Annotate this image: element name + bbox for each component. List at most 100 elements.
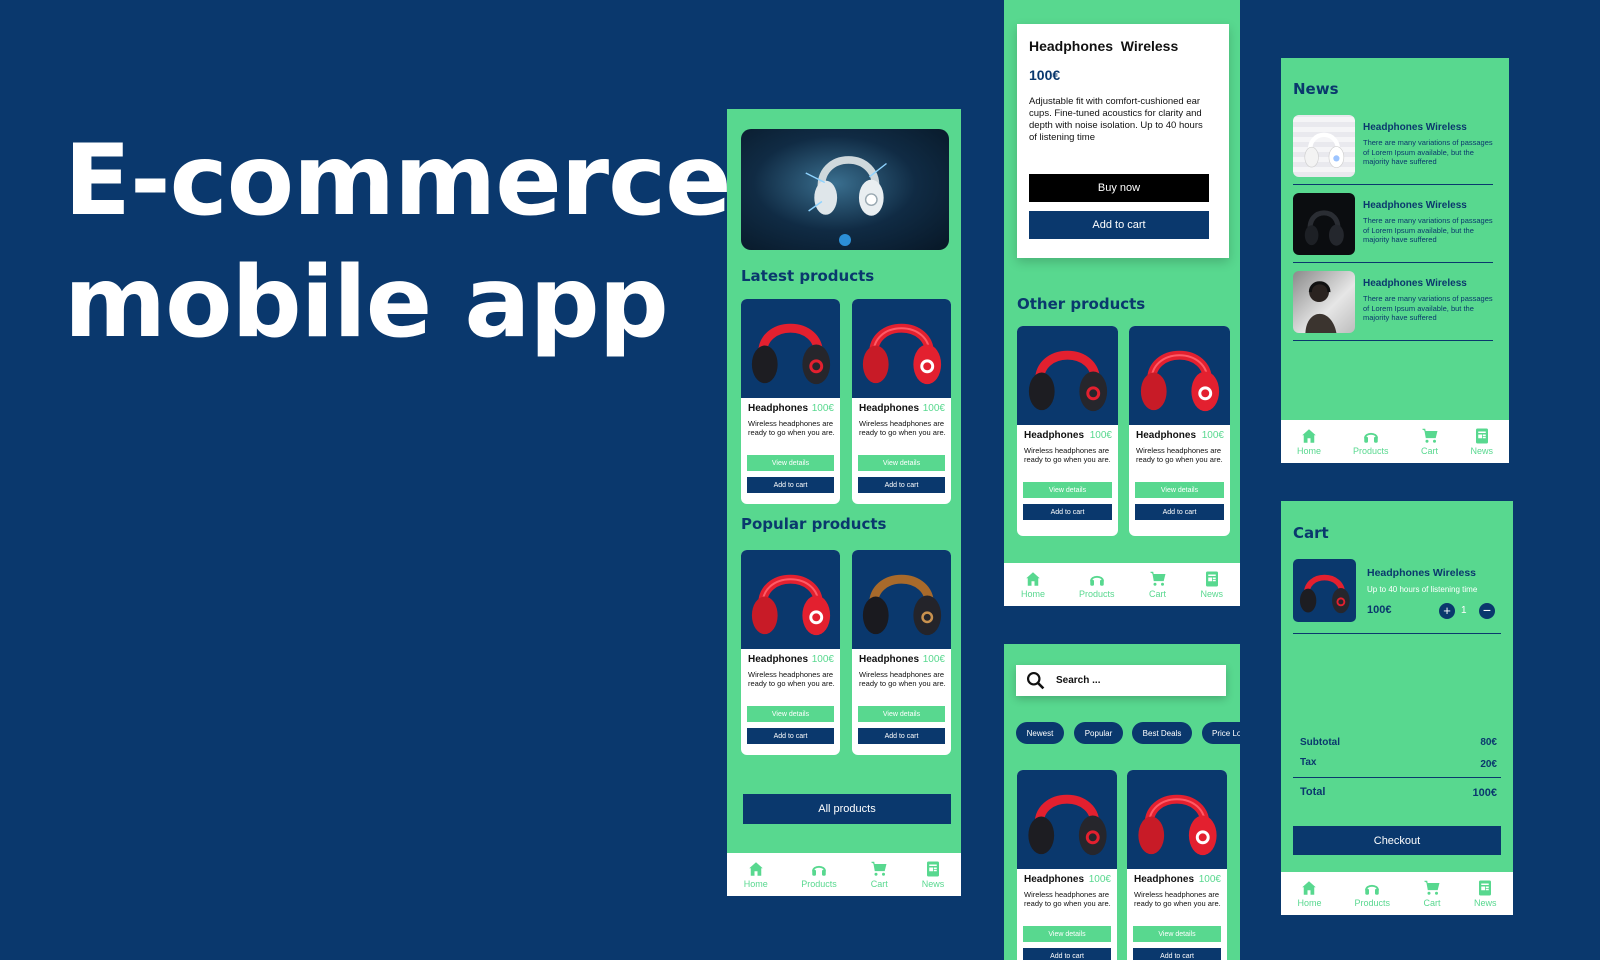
add-to-cart-button[interactable]: Add to cart [1023, 504, 1112, 520]
news-item[interactable]: Headphones Wireless There are many varia… [1293, 271, 1493, 341]
headphones-icon [810, 860, 828, 878]
nav-products[interactable]: Products [1079, 570, 1115, 599]
nav-products[interactable]: Products [1354, 879, 1390, 908]
nav-home-label: Home [743, 879, 768, 889]
plus-icon[interactable]: + [1439, 603, 1455, 619]
product-desc: Wireless headphones are ready to go when… [1136, 446, 1223, 464]
nav-products[interactable]: Products [1353, 427, 1389, 456]
product-desc: Wireless headphones are ready to go when… [859, 419, 946, 437]
summary-divider [1293, 777, 1501, 778]
popular-products-title: Popular products [741, 515, 887, 533]
hero-banner[interactable] [741, 129, 949, 250]
home-screen: Latest products Headphones 100€ Wireless… [727, 109, 961, 896]
add-to-cart-button[interactable]: Add to cart [1135, 504, 1224, 520]
product-card[interactable]: Headphones 100€ Wireless headphones are … [852, 299, 951, 504]
bottom-nav: Home Products Cart News [727, 853, 961, 896]
add-to-cart-button[interactable]: Add to cart [858, 477, 945, 493]
product-card[interactable]: Headphones 100€ Wireless headphones are … [1129, 326, 1230, 536]
view-details-button[interactable]: View details [747, 455, 834, 471]
chip-price[interactable]: Price Lo [1202, 722, 1240, 744]
nav-cart[interactable]: Cart [1421, 427, 1439, 456]
nav-home[interactable]: Home [744, 860, 768, 889]
chip-popular[interactable]: Popular [1074, 722, 1123, 744]
add-to-cart-button[interactable]: Add to cart [747, 477, 834, 493]
add-to-cart-button[interactable]: Add to cart [858, 728, 945, 744]
product-card[interactable]: Headphones 100€ Wireless headphones are … [1017, 326, 1118, 536]
news-title: News [1293, 80, 1339, 98]
nav-products-label: Products [801, 879, 837, 889]
nav-cart[interactable]: Cart [870, 860, 888, 889]
view-details-button[interactable]: View details [1023, 926, 1111, 942]
detail-card: Headphones Wireless 100€ Adjustable fit … [1017, 24, 1229, 258]
view-details-button[interactable]: View details [1135, 482, 1224, 498]
checkout-button[interactable]: Checkout [1293, 826, 1501, 855]
add-to-cart-button[interactable]: Add to cart [1133, 948, 1221, 960]
product-image [1017, 770, 1117, 869]
cart-item-name: Headphones Wireless [1367, 567, 1477, 579]
subtotal-value: 80€ [1480, 737, 1497, 748]
search-input[interactable]: Search ... [1056, 675, 1100, 686]
minus-icon[interactable]: − [1479, 603, 1495, 619]
nav-cart-label: Cart [1148, 589, 1166, 599]
nav-news[interactable]: News [1474, 879, 1497, 908]
news-item-title: Headphones Wireless [1363, 122, 1467, 133]
nav-news[interactable]: News [1200, 570, 1223, 599]
nav-news[interactable]: News [1470, 427, 1493, 456]
nav-home[interactable]: Home [1297, 879, 1322, 908]
search-icon [1026, 671, 1045, 690]
product-desc: Wireless headphones are ready to go when… [1024, 446, 1111, 464]
product-card[interactable]: Headphones 100€ Wireless headphones are … [741, 550, 840, 755]
nav-products-label: Products [1354, 898, 1391, 908]
product-image [1017, 326, 1118, 425]
nav-cart[interactable]: Cart [1149, 570, 1167, 599]
product-name: Headphones [859, 654, 920, 665]
total-value: 100€ [1472, 787, 1497, 799]
cart-title: Cart [1293, 524, 1329, 542]
chip-newest[interactable]: Newest [1016, 722, 1064, 744]
news-thumbnail [1293, 115, 1355, 177]
product-price: 100€ [922, 654, 945, 665]
nav-home[interactable]: Home [1297, 427, 1321, 456]
product-image [1127, 770, 1227, 869]
news-item[interactable]: Headphones Wireless There are many varia… [1293, 115, 1493, 185]
add-to-cart-button[interactable]: Add to cart [1023, 948, 1111, 960]
all-products-button[interactable]: All products [743, 794, 951, 824]
nav-news[interactable]: News [922, 860, 944, 889]
product-card[interactable]: Headphones 100€ Wireless headphones are … [852, 550, 951, 755]
news-item[interactable]: Headphones Wireless There are many varia… [1293, 193, 1493, 263]
product-desc: Wireless headphones are ready to go when… [748, 419, 835, 437]
cart-icon [1149, 570, 1167, 588]
view-details-button[interactable]: View details [858, 706, 945, 722]
buy-now-button[interactable]: Buy now [1029, 174, 1209, 202]
add-to-cart-button[interactable]: Add to cart [747, 728, 834, 744]
view-details-button[interactable]: View details [1133, 926, 1221, 942]
view-details-button[interactable]: View details [1023, 482, 1112, 498]
add-to-cart-button[interactable]: Add to cart [1029, 211, 1209, 239]
product-card[interactable]: Headphones 100€ Wireless headphones are … [1017, 770, 1117, 960]
product-desc: Wireless headphones are ready to go when… [1024, 890, 1111, 908]
nav-cart[interactable]: Cart [1423, 879, 1441, 908]
search-bar[interactable]: Search ... [1016, 665, 1226, 696]
nav-news-label: News [1200, 589, 1223, 599]
product-price: 100€ [811, 654, 834, 665]
news-icon [1473, 427, 1491, 445]
cart-icon [1421, 427, 1439, 445]
chip-best-deals[interactable]: Best Deals [1132, 722, 1192, 744]
product-card[interactable]: Headphones 100€ Wireless headphones are … [741, 299, 840, 504]
product-detail-screen: Headphones Wireless 100€ Adjustable fit … [1004, 0, 1240, 606]
nav-home[interactable]: Home [1021, 570, 1045, 599]
total-label: Total [1300, 786, 1326, 798]
product-card[interactable]: Headphones 100€ Wireless headphones are … [1127, 770, 1227, 960]
home-icon [1300, 879, 1318, 897]
view-details-button[interactable]: View details [747, 706, 834, 722]
nav-cart-label: Cart [870, 879, 888, 889]
nav-products[interactable]: Products [801, 860, 837, 889]
nav-products-label: Products [1352, 446, 1389, 456]
tax-value: 20€ [1480, 759, 1497, 770]
product-name: Headphones [859, 403, 920, 414]
cart-item-price: 100€ [1367, 604, 1392, 616]
view-details-button[interactable]: View details [858, 455, 945, 471]
detail-price: 100€ [1029, 67, 1061, 83]
product-price: 100€ [1201, 430, 1224, 441]
cart-icon [870, 860, 888, 878]
